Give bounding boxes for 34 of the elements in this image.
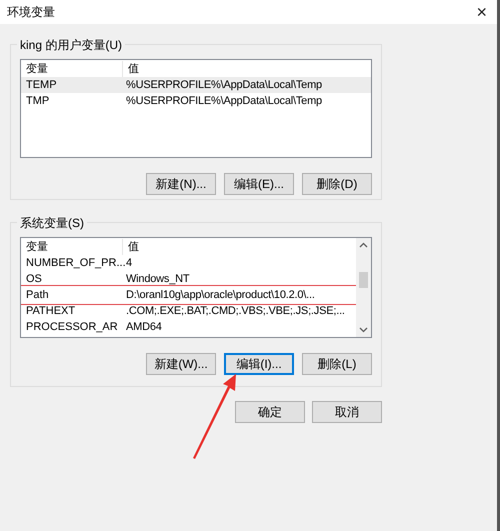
dialog-button[interactable]: 删除(L) — [302, 353, 372, 375]
window-title: 环境变量 — [7, 4, 55, 20]
column-header[interactable]: 值 — [123, 62, 139, 76]
column-header[interactable]: 变量 — [21, 239, 123, 255]
variable-row[interactable]: OS Windows_NT — [21, 271, 356, 287]
variable-row[interactable]: PROCESSOR_AR AMD64 — [21, 319, 356, 335]
variable-value: .COM;.EXE;.BAT;.CMD;.VBS;.VBE;.JS;.JSE;... — [125, 304, 345, 318]
dialog-button[interactable]: 编辑(I)... — [224, 353, 294, 375]
variable-value: AMD64 — [125, 320, 162, 334]
variable-name: TEMP — [25, 78, 58, 92]
variable-value: Windows_NT — [125, 272, 190, 286]
variable-row[interactable]: TEMP %USERPROFILE%\AppData\Local\Temp — [21, 77, 371, 93]
variable-value: %USERPROFILE%\AppData\Local\Temp — [125, 78, 322, 92]
dialog-button[interactable]: 取消 — [312, 401, 382, 423]
dialog-button[interactable]: 删除(D) — [302, 173, 372, 195]
variable-name: Path — [25, 288, 50, 302]
column-header[interactable]: 值 — [123, 240, 139, 254]
dialog-button[interactable]: 新建(W)... — [146, 353, 216, 375]
variable-name: OS — [25, 272, 43, 286]
variable-value: %USERPROFILE%\AppData\Local\Temp — [125, 94, 322, 108]
variable-name: PATHEXT — [25, 304, 76, 318]
variable-name: TMP — [25, 94, 50, 108]
group-label: 系统变量(S) — [17, 215, 87, 232]
group-label: king 的用户变量(U) — [17, 37, 126, 54]
dialog-button[interactable]: 新建(N)... — [146, 173, 216, 195]
variable-row[interactable]: TMP %USERPROFILE%\AppData\Local\Temp — [21, 93, 371, 109]
variable-row[interactable]: PATHEXT .COM;.EXE;.BAT;.CMD;.VBS;.VBE;.JS;.JSE;... — [21, 303, 356, 319]
close-button[interactable]: × — [476, 3, 487, 21]
variable-row[interactable]: Path D:\oranl10g\app\oracle\product\10.2.0\... — [21, 287, 356, 303]
variable-value: D:\oranl10g\app\oracle\product\10.2.0\... — [125, 288, 315, 302]
variable-row[interactable]: NUMBER_OF_PR...4 — [21, 255, 356, 271]
dialog-button[interactable]: 编辑(E)... — [224, 173, 294, 195]
dialog-button[interactable]: 确定 — [235, 401, 305, 423]
variable-name: PROCESSOR_AR — [25, 320, 119, 334]
